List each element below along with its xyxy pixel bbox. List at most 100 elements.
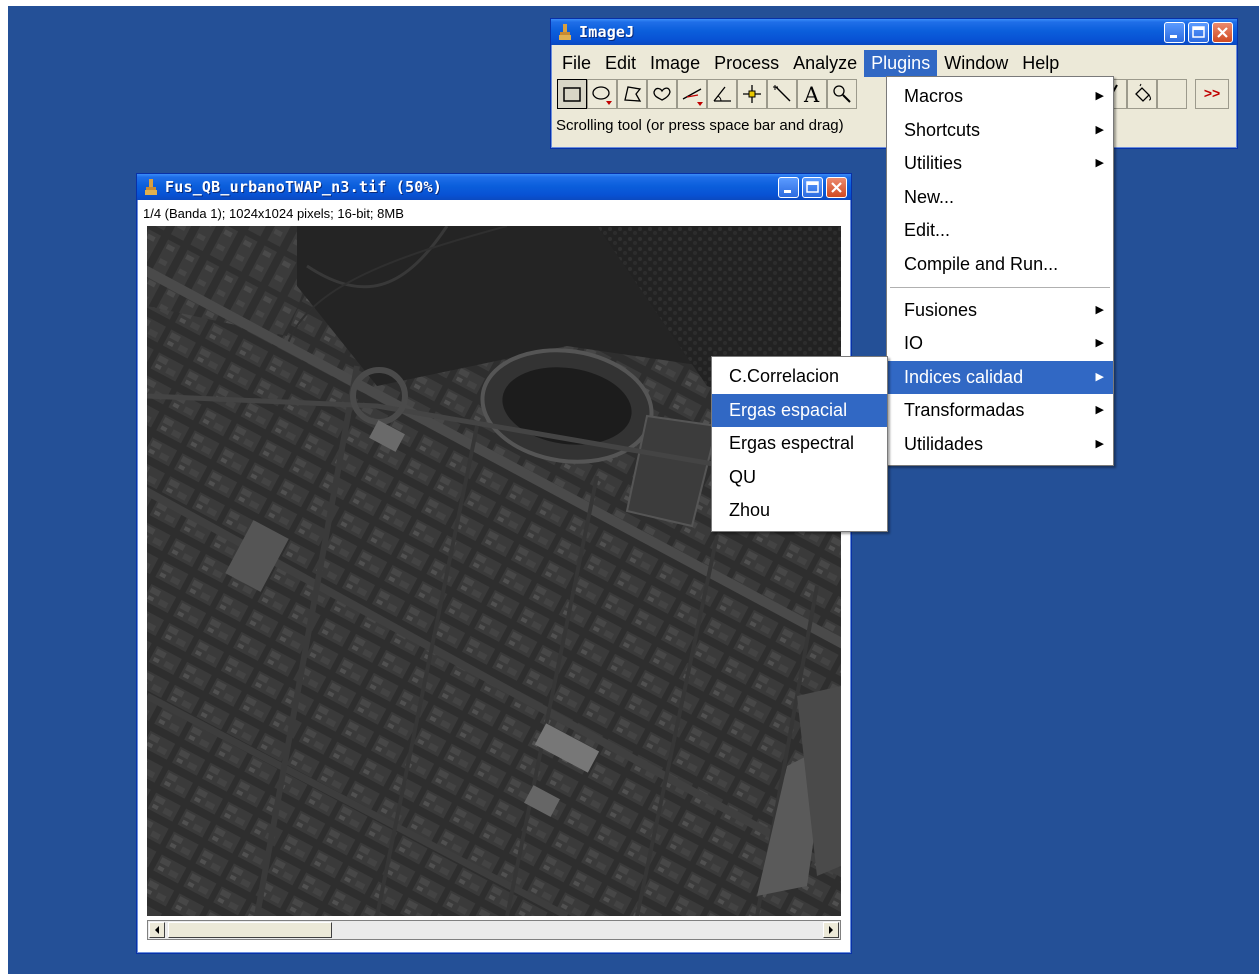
polygon-icon [624, 86, 642, 102]
urban-aerial-image [147, 226, 841, 916]
empty-tool-slot [1157, 79, 1187, 109]
image-close-button[interactable] [826, 177, 847, 198]
menu-item-transformadas[interactable]: Transformadas ▶ [887, 394, 1113, 428]
menu-item-new[interactable]: New... [887, 181, 1113, 215]
scroll-left-button[interactable] [149, 922, 165, 938]
menu-item-utilities[interactable]: Utilities ▶ [887, 147, 1113, 181]
close-icon [1217, 27, 1228, 38]
submenu-arrow-icon: ▶ [1095, 90, 1104, 102]
rectangle-tool[interactable] [557, 79, 587, 109]
submenu-arrow-icon: ▶ [1095, 123, 1104, 136]
paint-bucket-icon [1135, 83, 1151, 102]
menu-item-indices-calidad[interactable]: Indices calidad ▶ [887, 360, 1113, 395]
more-tools-button[interactable]: >> [1195, 79, 1229, 109]
menu-plugins[interactable]: Plugins [864, 49, 938, 77]
menu-item-ergas-espacial[interactable]: Ergas espacial [712, 393, 887, 428]
maximize-button[interactable] [1188, 22, 1209, 43]
point-tool[interactable] [737, 79, 767, 109]
menu-item-utilidades[interactable]: Utilidades ▶ [887, 428, 1113, 462]
submenu-arrow-icon: ▶ [1095, 437, 1104, 450]
close-button[interactable] [1212, 22, 1233, 43]
imagej-app-icon [559, 24, 571, 40]
menu-item-label: Ergas espacial [729, 399, 848, 420]
menu-item-ergas-espectral[interactable]: Ergas espectral [712, 427, 887, 461]
submenu-arrow-icon: ▶ [1095, 404, 1104, 417]
text-icon: A [803, 83, 820, 107]
menu-item-fusiones[interactable]: Fusiones ▶ [887, 294, 1113, 328]
status-bar: Scrolling tool (or press space bar and d… [556, 117, 844, 134]
menu-item-label: Indices calidad [904, 366, 1024, 387]
menu-item-qu[interactable]: QU [712, 461, 887, 495]
submenu-arrow-icon: ▶ [1095, 337, 1104, 350]
angle-tool[interactable] [707, 79, 737, 109]
magnifier-tool[interactable] [827, 79, 857, 109]
indices-calidad-submenu: C.Correlacion Ergas espacial Ergas espec… [711, 356, 888, 532]
image-minimize-button[interactable] [778, 177, 799, 198]
rectangle-icon [563, 87, 581, 102]
image-title-bar[interactable]: Fus_QB_urbanoTWAP_n3.tif (50%) [137, 174, 851, 200]
crosshair-icon [743, 85, 761, 103]
submenu-arrow-icon: ▶ [1095, 303, 1104, 316]
menu-item-label: Zhou [729, 500, 771, 521]
menu-item-label: Fusiones [904, 299, 978, 320]
image-window-title: Fus_QB_urbanoTWAP_n3.tif (50%) [165, 178, 442, 196]
close-icon [831, 182, 842, 193]
menu-edit[interactable]: Edit [598, 50, 643, 77]
horizontal-scrollbar[interactable] [147, 920, 841, 940]
menu-item-c-correlacion[interactable]: C.Correlacion [712, 360, 887, 394]
menu-item-shortcuts[interactable]: Shortcuts ▶ [887, 114, 1113, 148]
freehand-icon [653, 87, 671, 101]
menu-item-label: Compile and Run... [904, 253, 1059, 274]
image-window: Fus_QB_urbanoTWAP_n3.tif (50%) 1/4 (Band… [136, 173, 852, 954]
satellite-image-canvas[interactable] [147, 226, 841, 916]
menu-item-label: New... [904, 186, 955, 207]
menu-process[interactable]: Process [707, 50, 786, 77]
text-tool[interactable]: A [797, 79, 827, 109]
minimize-button[interactable] [1164, 22, 1185, 43]
oval-tool[interactable] [587, 79, 617, 109]
wand-icon [773, 85, 791, 102]
wand-tool[interactable] [767, 79, 797, 109]
maximize-icon [1192, 26, 1205, 38]
menu-item-label: IO [904, 333, 924, 354]
plugins-dropdown-menu: Macros ▶ Shortcuts ▶ Utilities ▶ New... … [886, 76, 1114, 466]
menu-window[interactable]: Window [937, 50, 1015, 77]
scroll-right-button[interactable] [823, 922, 839, 938]
menu-bar: File Edit Image Process Analyze Plugins … [555, 49, 1233, 77]
menu-separator [890, 286, 1110, 288]
main-window-title: ImageJ [579, 23, 635, 41]
menu-item-label: Ergas espectral [729, 433, 855, 454]
menu-item-label: C.Correlacion [729, 366, 840, 386]
menu-analyze[interactable]: Analyze [786, 50, 864, 77]
scroll-thumb[interactable] [168, 922, 332, 938]
arrow-left-icon [155, 926, 159, 934]
menu-item-compile-and-run[interactable]: Compile and Run... [887, 248, 1113, 282]
menu-item-edit[interactable]: Edit... [887, 214, 1113, 248]
freehand-tool[interactable] [647, 79, 677, 109]
line-tool[interactable] [677, 79, 707, 109]
menu-item-macros[interactable]: Macros ▶ [887, 80, 1113, 114]
image-maximize-button[interactable] [802, 177, 823, 198]
arrow-right-icon [829, 926, 833, 934]
imagej-app-icon [145, 179, 157, 195]
image-info-line: 1/4 (Banda 1); 1024x1024 pixels; 16-bit;… [143, 206, 404, 221]
maximize-icon [806, 181, 819, 193]
line-icon [682, 88, 703, 106]
flood-fill-tool[interactable] [1127, 79, 1157, 109]
menu-item-io[interactable]: IO ▶ [887, 327, 1113, 361]
minimize-icon [784, 190, 791, 193]
magnifier-icon [833, 85, 851, 103]
menu-item-label: Shortcuts [904, 119, 981, 140]
menu-image[interactable]: Image [643, 50, 707, 77]
main-title-bar[interactable]: ImageJ [551, 19, 1237, 45]
menu-file[interactable]: File [555, 50, 598, 77]
submenu-arrow-icon: ▶ [1095, 157, 1104, 170]
polygon-tool[interactable] [617, 79, 647, 109]
menu-item-label: Utilities [904, 153, 963, 174]
menu-item-label: QU [729, 466, 756, 487]
menu-item-zhou[interactable]: Zhou [712, 494, 887, 528]
oval-icon [592, 86, 612, 105]
menu-help[interactable]: Help [1015, 50, 1066, 77]
menu-item-label: Edit... [904, 220, 951, 241]
menu-item-label: Transformadas [904, 400, 1025, 421]
